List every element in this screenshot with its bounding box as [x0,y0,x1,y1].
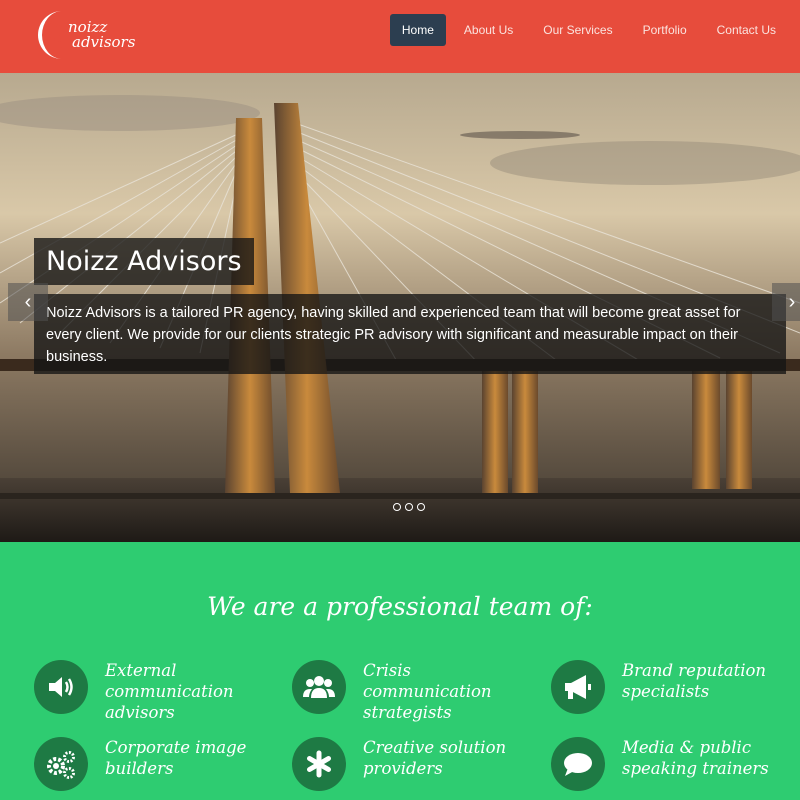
nav-our-services[interactable]: Our Services [531,14,624,46]
nav-about-us[interactable]: About Us [452,14,525,46]
service-item: Creative solution providers [292,737,532,800]
slider-indicators [393,503,425,511]
service-item: Crisis communication strategists [292,660,532,730]
slide-indicator-1[interactable] [393,503,401,511]
nav-home[interactable]: Home [389,14,446,46]
megaphone-icon [551,660,605,714]
services-heading: We are a professional team of: [207,592,593,621]
service-item: Brand reputation specialists [551,660,791,730]
slide-indicator-3[interactable] [417,503,425,511]
slide-description: Noizz Advisors is a tailored PR agency, … [34,294,786,374]
logo-line-2: advisors [72,33,136,51]
site-header: noizz advisors Home About Us Our Service… [0,0,800,73]
chevron-left-icon: ‹ [24,291,32,313]
service-label: External communication advisors [105,661,234,722]
service-label: Crisis communication strategists [363,661,492,722]
volume-icon [34,660,88,714]
chevron-right-icon: › [788,291,796,313]
nav-portfolio[interactable]: Portfolio [631,14,699,46]
service-item: Media & public speaking trainers [551,737,791,800]
service-label: Brand reputation specialists [622,661,767,701]
service-label: Corporate image builders [105,738,247,778]
service-item: External communication advisors [34,660,274,730]
slide-indicator-2[interactable] [405,503,413,511]
slide-title: Noizz Advisors [34,238,254,285]
service-item: Corporate image builders [34,737,274,800]
slider-prev-button[interactable]: ‹ [8,283,48,321]
asterisk-icon [292,737,346,791]
service-label: Creative solution providers [363,738,507,778]
group-icon [292,660,346,714]
logo[interactable]: noizz advisors [32,8,135,62]
gears-icon [34,737,88,791]
slider-next-button[interactable]: › [772,283,800,321]
logo-text: noizz advisors [68,20,135,50]
main-nav: Home About Us Our Services Portfolio Con… [389,14,788,46]
speech-bubble-icon [551,737,605,791]
service-label: Media & public speaking trainers [622,738,769,778]
hero-slider: Noizz Advisors Noizz Advisors is a tailo… [0,73,800,542]
nav-contact-us[interactable]: Contact Us [705,14,788,46]
